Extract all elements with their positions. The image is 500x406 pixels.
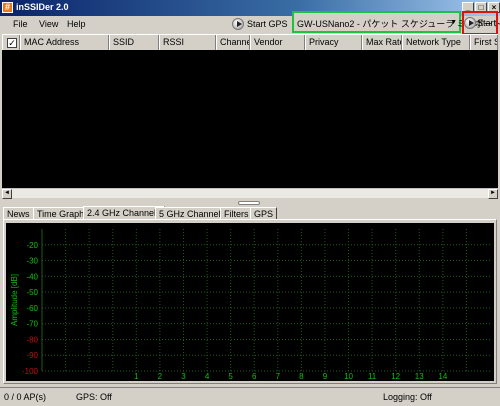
y-tick-label: -100	[22, 367, 39, 376]
scroll-left-icon[interactable]: ◄	[2, 189, 12, 199]
y-tick-label: -50	[26, 288, 38, 297]
y-tick-labels: -20 -30 -40 -50 -60 -70 -80 -90 -100	[22, 241, 39, 376]
status-bar: 0 / 0 AP(s) GPS: Off Logging: Off	[0, 387, 500, 406]
x-tick-label: 2	[158, 372, 163, 381]
start-button[interactable]: Start	[462, 11, 498, 35]
channel-chart: -20-30-40-50-60-70-80-90-100 1 2 3 4 5 6 7 8 9 10…	[10, 229, 490, 381]
y-tick-label: -80	[26, 335, 38, 344]
x-tick-label: 7	[276, 372, 281, 381]
x-tick-label: 9	[323, 372, 328, 381]
x-tick-labels: 1 2 3 4 5 6 7 8 9 10 11 12 13 14	[134, 372, 448, 381]
network-list[interactable]	[2, 50, 498, 188]
play-icon	[464, 17, 476, 29]
column-network-type[interactable]: Network Type	[402, 35, 470, 51]
menu-file[interactable]: File	[13, 19, 28, 29]
select-all-checkbox[interactable]: ✓	[7, 38, 17, 48]
adapter-dropdown[interactable]: GW-USNano2 - パケット スケジューラ ミニポート ▼	[292, 11, 500, 33]
y-tick-label: -60	[26, 304, 38, 313]
x-tick-label: 14	[438, 372, 447, 381]
column-vendor[interactable]: Vendor	[250, 35, 305, 51]
y-tick-label: -30	[26, 257, 38, 266]
horizontal-scrollbar[interactable]: ◄ ►	[2, 188, 498, 199]
scroll-right-icon[interactable]: ►	[488, 189, 498, 199]
y-tick-label: -90	[26, 351, 38, 360]
menu-view[interactable]: View	[39, 19, 58, 29]
x-tick-label: 1	[134, 372, 139, 381]
y-tick-label: -70	[26, 320, 38, 329]
x-tick-label: 13	[415, 372, 424, 381]
y-tick-label: -20	[26, 241, 38, 250]
x-tick-label: 6	[252, 372, 257, 381]
ap-count: 0 / 0 AP(s)	[4, 392, 47, 402]
select-all-column[interactable]: ✓	[2, 35, 20, 51]
x-tick-label: 10	[344, 372, 353, 381]
column-mac-address[interactable]: MAC Address	[20, 35, 109, 51]
x-tick-label: 5	[228, 372, 233, 381]
column-first-seen[interactable]: First Se	[470, 35, 498, 51]
window-title: inSSIDer 2.0	[16, 2, 69, 12]
channels-panel: -20 -30 -40 -50 -60 -70 -80 -90 -100 1 2 3 4 5 6 7 8 9 10…	[3, 219, 497, 384]
splitter-handle[interactable]	[238, 201, 260, 205]
logging-status: Logging: Off	[383, 392, 432, 402]
start-label: Start	[477, 18, 497, 28]
network-grid-header: ✓ MAC Address SSID RSSI Channel Vendor P…	[2, 34, 498, 51]
y-axis-label: Amplitude [dB]	[10, 274, 19, 326]
app-icon: #	[2, 2, 13, 13]
y-tick-label: -40	[26, 272, 38, 281]
column-rssi[interactable]: RSSI	[159, 35, 216, 51]
x-tick-label: 4	[205, 372, 210, 381]
x-tick-label: 11	[368, 372, 377, 381]
x-tick-label: 3	[181, 372, 186, 381]
play-icon	[232, 18, 244, 30]
app-window: # inSSIDer 2.0 _ □ × File View Help Star…	[0, 0, 500, 406]
channel-graph: -20 -30 -40 -50 -60 -70 -80 -90 -100 1 2 3 4 5 6 7 8 9 10…	[6, 223, 494, 381]
grid-lines	[41, 229, 490, 372]
dropdown-arrow-icon: ▼	[450, 19, 457, 26]
column-max-rate[interactable]: Max Rate	[362, 35, 402, 51]
start-gps-label: Start GPS	[247, 19, 288, 29]
column-ssid[interactable]: SSID	[109, 35, 159, 51]
column-channel[interactable]: Channel	[216, 35, 250, 51]
x-tick-label: 8	[299, 372, 304, 381]
menu-help[interactable]: Help	[67, 19, 86, 29]
column-privacy[interactable]: Privacy	[305, 35, 362, 51]
tab-2-4-ghz-channels[interactable]: 2.4 GHz Channels	[83, 206, 165, 220]
x-tick-label: 12	[391, 372, 400, 381]
gps-status: GPS: Off	[76, 392, 112, 402]
